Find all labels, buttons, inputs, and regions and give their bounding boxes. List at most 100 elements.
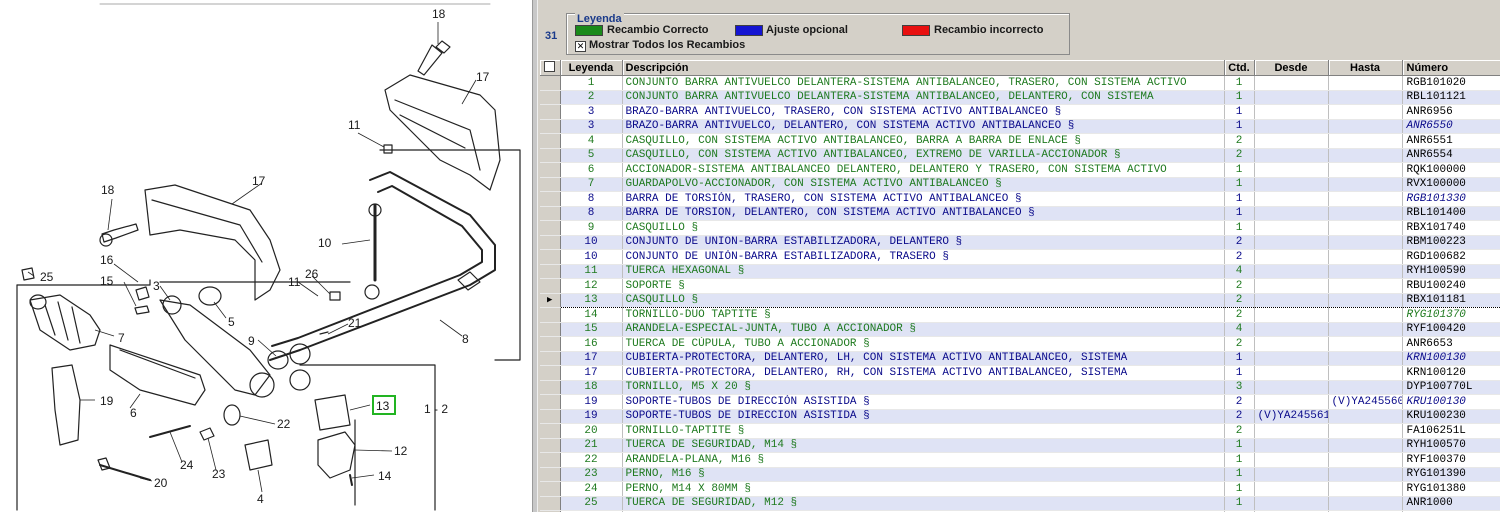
cell-hasta — [1328, 119, 1403, 134]
row-selector[interactable] — [540, 496, 561, 511]
row-selector[interactable] — [540, 278, 561, 294]
cell-numero: ANR1000 — [1402, 496, 1500, 511]
row-selector[interactable] — [540, 481, 561, 497]
row-selector[interactable]: ▶ — [540, 293, 561, 308]
table-row[interactable]: 20 TORNILLO-TAPTITE § 2 FA106251L — [540, 423, 1500, 439]
table-row[interactable]: 3 BRAZO-BARRA ANTIVUELCO, TRASERO, CON SI… — [540, 104, 1500, 120]
table-row[interactable]: 4 CASQUILLO, CON SISTEMA ACTIVO ANTIBALAN… — [540, 133, 1500, 149]
column-header-leyenda[interactable]: Leyenda — [560, 60, 623, 76]
row-selector[interactable] — [540, 191, 561, 207]
table-row[interactable]: 16 TUERCA DE CÚPULA, TUBO A ACCIONADOR § 2… — [540, 336, 1500, 352]
cell-descripcion: BRAZO-BARRA ANTIVUELCO, TRASERO, CON SIS… — [622, 104, 1225, 120]
row-selector[interactable] — [540, 467, 561, 482]
table-row[interactable]: 14 TORNILLO-DUO TAPTITE § 2 RYG101370 — [540, 307, 1500, 323]
cell-numero: ANR6554 — [1402, 148, 1500, 163]
table-row[interactable]: 2 CONJUNTO BARRA ANTIVUELCO DELANTERA-SIS… — [540, 90, 1500, 105]
cell-ctd: 1 — [1224, 191, 1255, 207]
table-row[interactable]: 12 SOPORTE § 2 RBU100240 — [540, 278, 1500, 294]
column-header-numero[interactable]: Número — [1402, 60, 1500, 76]
table-row[interactable]: 6 ACCIONADOR-SISTEMA ANTIBALANCEO DELANTE… — [540, 162, 1500, 178]
cell-desde — [1254, 394, 1329, 410]
cell-numero: FA106251L — [1402, 423, 1500, 439]
row-selector[interactable] — [540, 75, 561, 91]
table-row[interactable]: 19 SOPORTE-TUBOS DE DIRECCIÓN ASISTIDA § 2… — [540, 409, 1500, 424]
cell-hasta — [1328, 336, 1403, 352]
callout-label: 5 — [228, 315, 235, 329]
row-selector[interactable] — [540, 351, 561, 366]
row-selector[interactable] — [540, 133, 561, 149]
table-row[interactable]: 24 PERNO, M14 X 80MM § 1 RYG101380 — [540, 481, 1500, 497]
column-header-ctd[interactable]: Ctd. — [1224, 60, 1255, 76]
select-all-header[interactable] — [540, 60, 561, 76]
table-row[interactable]: 21 TUERCA DE SEGURIDAD, M14 § 1 RYH100570 — [540, 438, 1500, 453]
row-selector[interactable] — [540, 264, 561, 279]
cell-descripcion: TUERCA DE SEGURIDAD, M12 § — [622, 496, 1225, 511]
cell-leyenda: 19 — [560, 394, 623, 410]
table-row[interactable]: 17 CUBIERTA-PROTECTORA, DELANTERO, RH, CO… — [540, 365, 1500, 381]
cell-hasta — [1328, 75, 1403, 91]
column-header-hasta[interactable]: Hasta — [1328, 60, 1403, 76]
cell-numero: RGB101330 — [1402, 191, 1500, 207]
cell-leyenda: 15 — [560, 322, 623, 337]
table-row[interactable]: 1 CONJUNTO BARRA ANTIVUELCO DELANTERA-SIS… — [540, 75, 1500, 91]
table-row[interactable]: 7 GUARDAPOLVO-ACCIONADOR, CON SISTEMA ACT… — [540, 177, 1500, 192]
row-selector[interactable] — [540, 104, 561, 120]
cell-hasta — [1328, 191, 1403, 207]
table-row[interactable]: 10 CONJUNTO DE UNIÓN-BARRA ESTABILIZADORA… — [540, 235, 1500, 250]
cell-hasta — [1328, 438, 1403, 453]
table-row[interactable]: 8 BARRA DE TORSIÓN, DELANTERO, CON SISTEM… — [540, 206, 1500, 221]
row-selector[interactable] — [540, 452, 561, 468]
table-row[interactable]: 18 TORNILLO, M5 X 20 § 3 DYP100770L — [540, 380, 1500, 395]
table-row[interactable]: 22 ARANDELA-PLANA, M16 § 1 RYF100370 — [540, 452, 1500, 468]
table-row[interactable]: ▶ 13 CASQUILLO § 2 RBX101181 — [540, 292, 1500, 308]
cell-desde — [1254, 336, 1329, 352]
checkbox-check-icon[interactable]: ✕ — [575, 41, 586, 52]
row-selector[interactable] — [540, 90, 561, 105]
row-selector[interactable] — [540, 438, 561, 453]
table-row[interactable]: 10 CONJUNTO DE UNIÓN-BARRA ESTABILIZADORA… — [540, 249, 1500, 265]
row-selector[interactable] — [540, 307, 561, 323]
table-row[interactable]: 3 BRAZO-BARRA ANTIVUELCO, DELANTERO, CON … — [540, 119, 1500, 134]
row-selector[interactable] — [540, 423, 561, 439]
table-row[interactable]: 23 PERNO, M16 § 1 RYG101390 — [540, 467, 1500, 482]
row-selector[interactable] — [540, 365, 561, 381]
callout-label: 9 — [248, 334, 255, 348]
row-selector[interactable] — [540, 235, 561, 250]
row-selector[interactable] — [540, 220, 561, 236]
row-selector[interactable] — [540, 394, 561, 410]
row-selector[interactable] — [540, 380, 561, 395]
table-row[interactable]: 25 TUERCA DE SEGURIDAD, M12 § 1 ANR1000 — [540, 496, 1500, 511]
cell-hasta — [1328, 278, 1403, 294]
cell-ctd: 2 — [1224, 423, 1255, 439]
row-selector[interactable] — [540, 119, 561, 134]
cell-leyenda: 10 — [560, 235, 623, 250]
row-selector[interactable] — [540, 249, 561, 265]
show-all-checkbox[interactable]: ✕ Mostrar Todos los Recambios — [575, 39, 745, 52]
cell-ctd: 2 — [1224, 336, 1255, 352]
header-checkbox[interactable] — [544, 61, 556, 72]
row-selector[interactable] — [540, 336, 561, 352]
row-selector[interactable] — [540, 409, 561, 424]
cell-numero: RBU100240 — [1402, 278, 1500, 294]
callout-label: 18 — [432, 7, 446, 21]
table-row[interactable]: 5 CASQUILLO, CON SISTEMA ACTIVO ANTIBALAN… — [540, 148, 1500, 163]
cell-leyenda: 5 — [560, 148, 623, 163]
row-selector[interactable] — [540, 162, 561, 178]
row-selector[interactable] — [540, 206, 561, 221]
table-row[interactable]: 17 CUBIERTA-PROTECTORA, DELANTERO, LH, CO… — [540, 351, 1500, 366]
table-row[interactable]: 8 BARRA DE TORSIÓN, TRASERO, CON SISTEMA … — [540, 191, 1500, 207]
cell-desde — [1254, 322, 1329, 337]
cell-ctd: 3 — [1224, 380, 1255, 395]
table-row[interactable]: 15 ARANDELA-ESPECIAL-JUNTA, TUBO A ACCION… — [540, 322, 1500, 337]
column-header-desde[interactable]: Desde — [1254, 60, 1329, 76]
table-row[interactable]: 9 CASQUILLO § 1 RBX101740 — [540, 220, 1500, 236]
row-selector[interactable] — [540, 322, 561, 337]
column-header-descripcion[interactable]: Descripción — [622, 60, 1225, 76]
cell-desde — [1254, 380, 1329, 395]
row-selector[interactable] — [540, 148, 561, 163]
table-row[interactable]: 11 TUERCA HEXAGONAL § 4 RYH100590 — [540, 264, 1500, 279]
cell-leyenda: 2 — [560, 90, 623, 105]
cell-numero: RGD100682 — [1402, 249, 1500, 265]
row-selector[interactable] — [540, 177, 561, 192]
table-row[interactable]: 19 SOPORTE-TUBOS DE DIRECCIÓN ASISTIDA § 2… — [540, 394, 1500, 410]
